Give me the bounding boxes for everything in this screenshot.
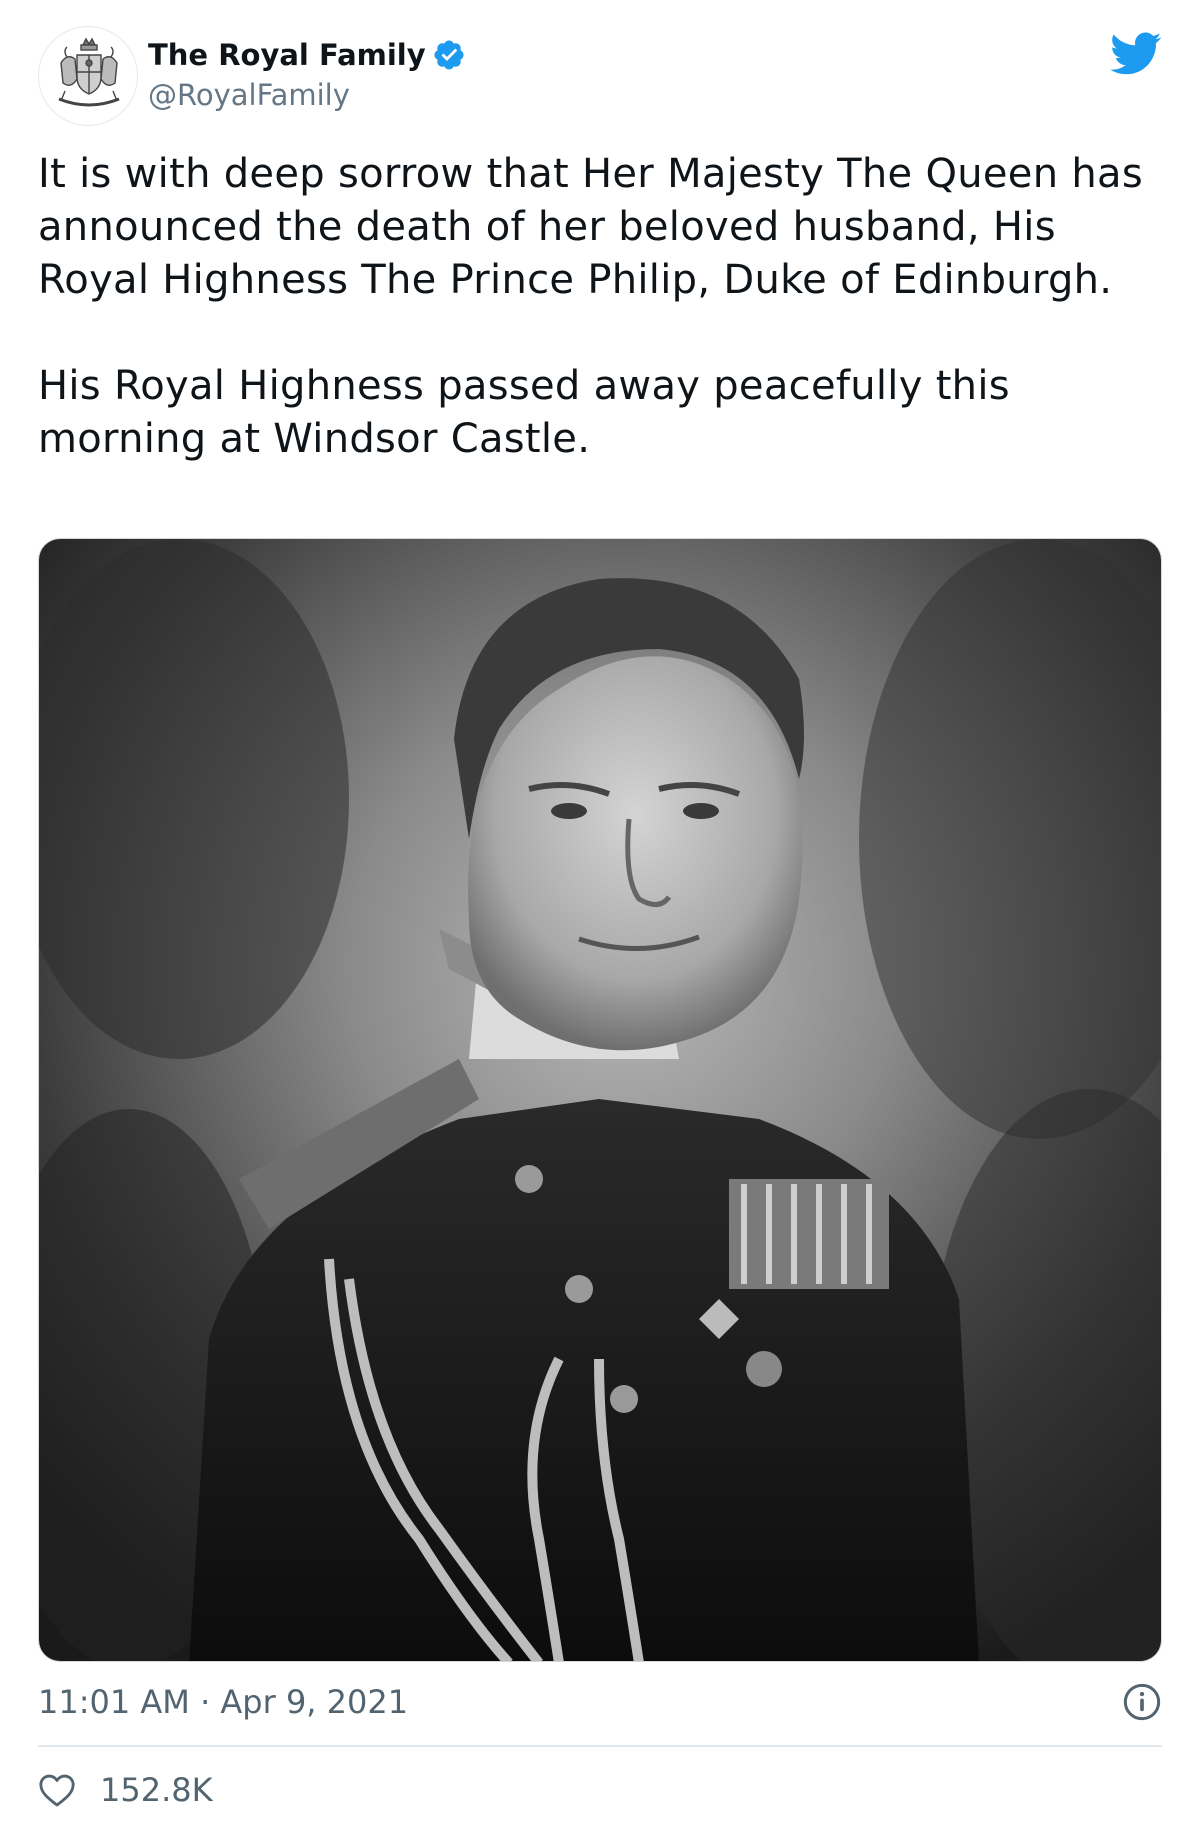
tweet-header: The Royal Family @RoyalFamily [38, 26, 1162, 126]
author-names: The Royal Family @RoyalFamily [148, 34, 466, 112]
divider [38, 1745, 1162, 1747]
author-handle[interactable]: @RoyalFamily [148, 78, 466, 112]
like-action[interactable]: 152.8K [38, 1768, 213, 1812]
tweet-card: The Royal Family @RoyalFamily It is with… [0, 0, 1200, 1838]
verified-badge-icon [434, 40, 464, 70]
like-count: 152.8K [100, 1771, 213, 1809]
tweet-photo[interactable] [38, 538, 1162, 1662]
heart-icon[interactable] [38, 1772, 76, 1808]
author-display-name[interactable]: The Royal Family [148, 38, 426, 72]
tweet-paragraph: His Royal Highness passed away peacefull… [38, 363, 1010, 462]
tweet-paragraph: It is with deep sorrow that Her Majesty … [38, 151, 1143, 303]
portrait-photo [39, 539, 1161, 1661]
display-name-row[interactable]: The Royal Family [148, 34, 466, 76]
tweet-meta: 11:01 AM · Apr 9, 2021 [38, 1680, 1162, 1724]
tweet-timestamp[interactable]: 11:01 AM · Apr 9, 2021 [38, 1683, 408, 1721]
info-icon[interactable] [1122, 1682, 1162, 1722]
royal-coat-of-arms-icon [58, 37, 120, 107]
tweet-text: It is with deep sorrow that Her Majesty … [38, 148, 1158, 466]
avatar[interactable] [38, 26, 138, 126]
twitter-bird-icon[interactable] [1110, 32, 1162, 76]
